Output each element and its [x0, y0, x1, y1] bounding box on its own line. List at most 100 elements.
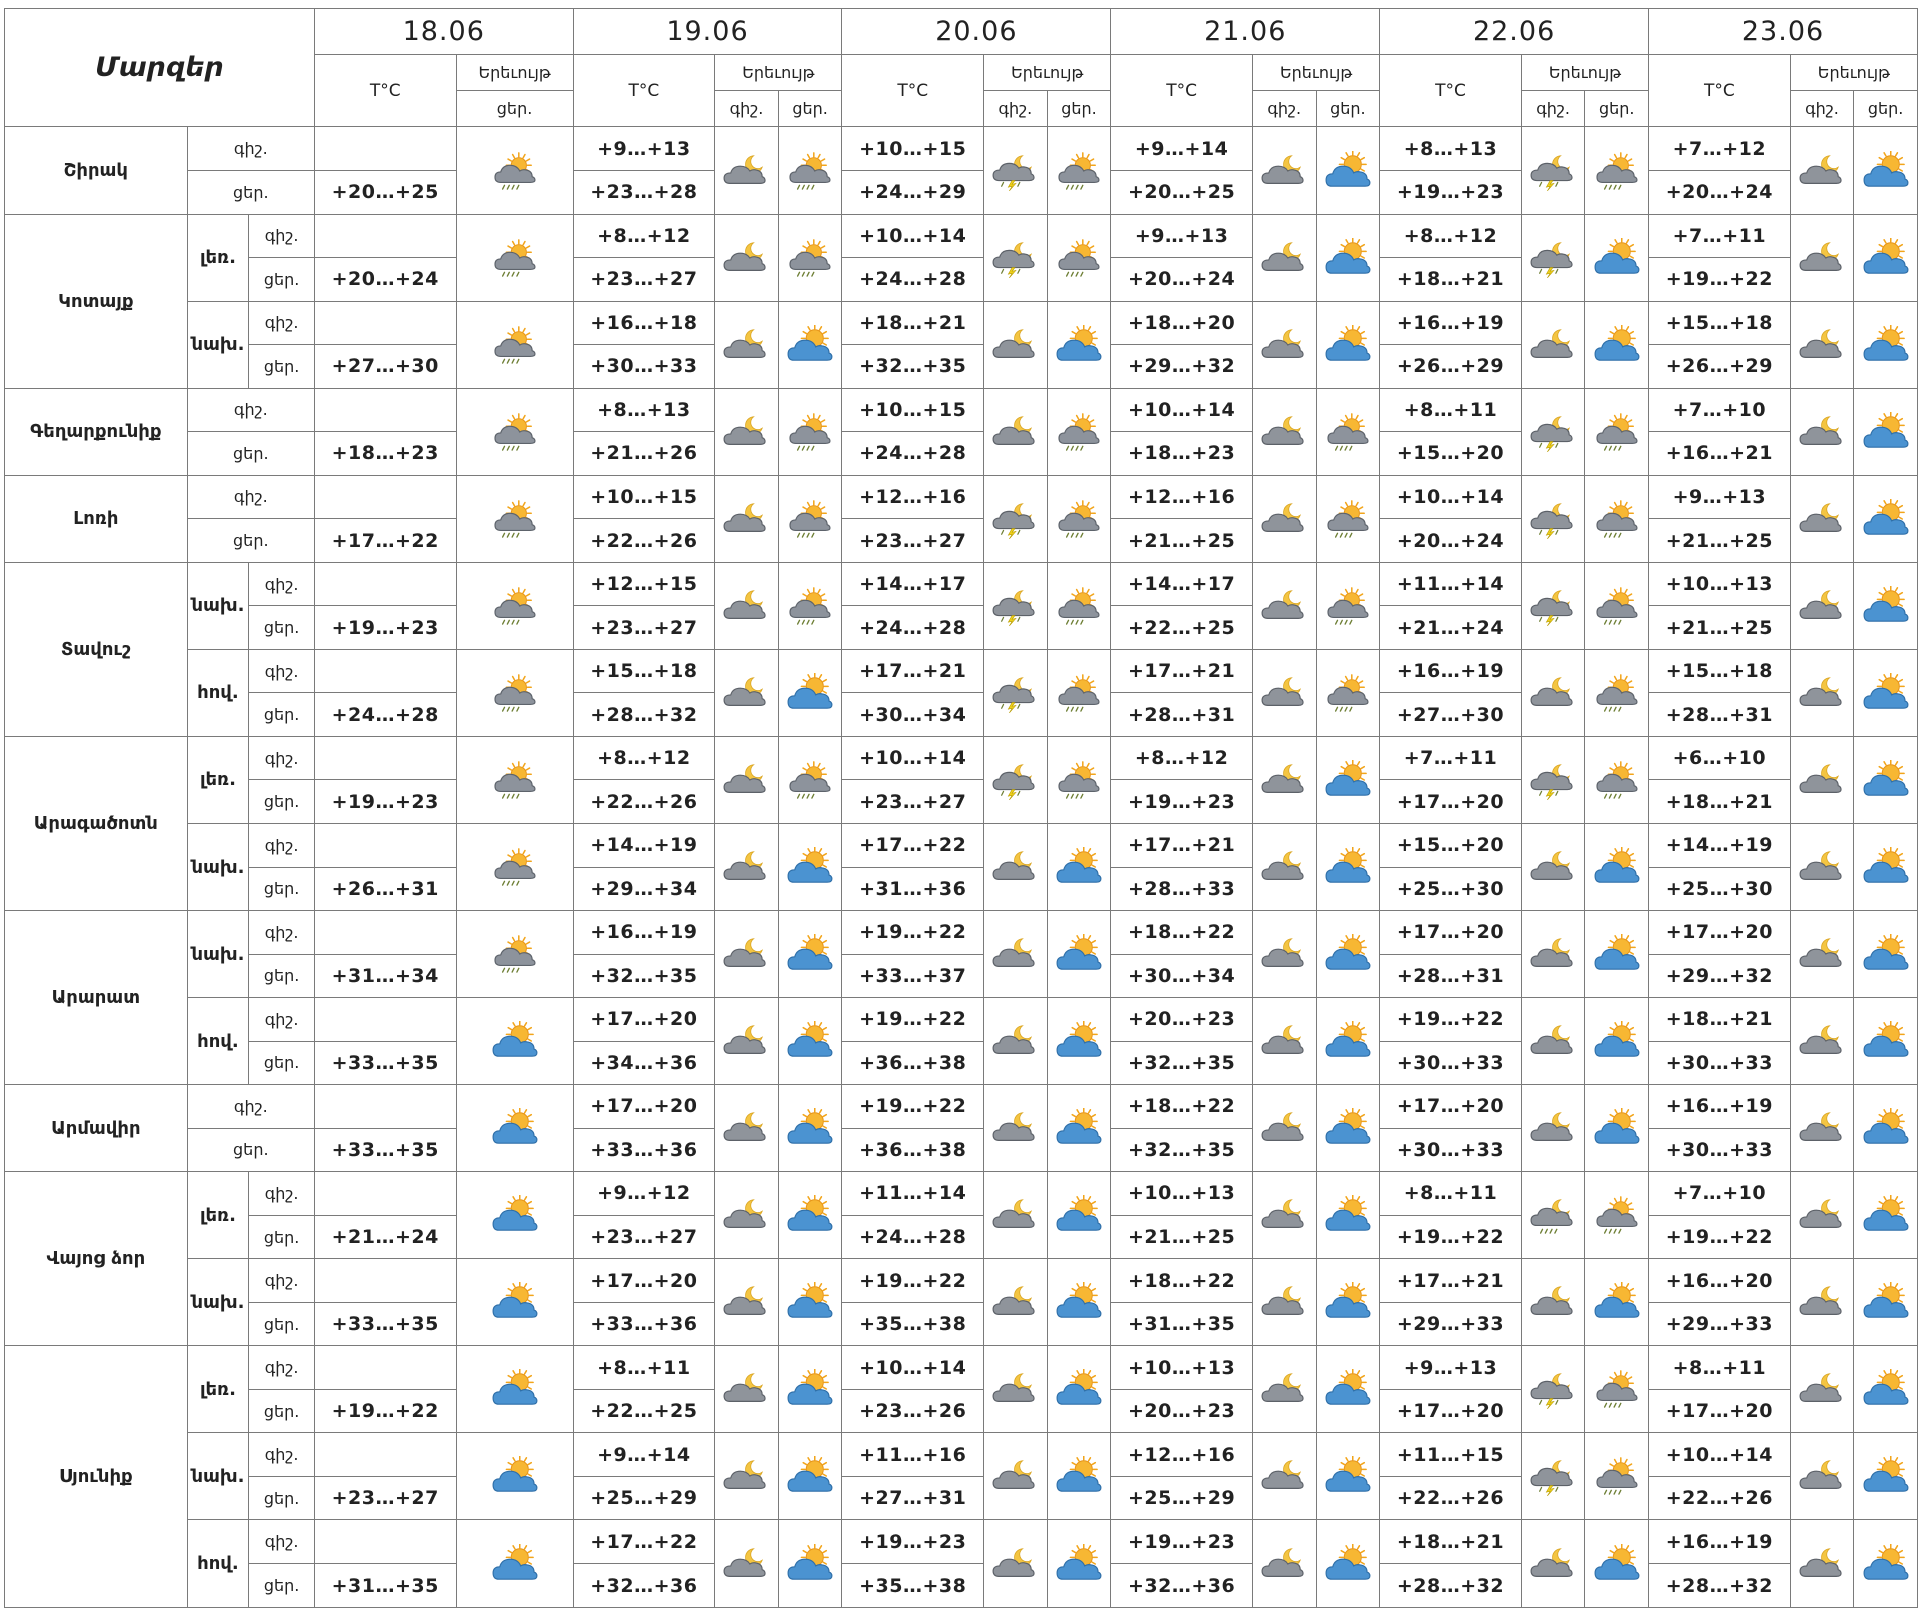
weather-cell: [1315, 822, 1381, 912]
night-label: գիշ.: [248, 997, 315, 1042]
night-temp: +19…+23: [1110, 1519, 1253, 1564]
night-label: գիշ.: [248, 300, 315, 346]
weather-cell: [1789, 822, 1855, 912]
weather-cell: [1251, 474, 1317, 563]
day-temp: +33…+35: [313, 1040, 457, 1086]
night-temp: [313, 735, 457, 781]
moon-cloud-icon: [1791, 760, 1853, 800]
table-row: Լոռի գիշ. +10…+15 +12…+16 +12…+16 +10…+14…: [4, 474, 1918, 563]
weather-cell: [983, 387, 1048, 476]
region-name: Տավուշ: [4, 561, 188, 737]
moon-cloud-storm-icon: [985, 586, 1047, 626]
night-temp: +16…+19: [1379, 300, 1522, 346]
day-header: ցեր.: [1315, 90, 1381, 128]
sun-cloud-icon: [457, 1456, 572, 1496]
night-temp: +9…+14: [1110, 126, 1253, 171]
sun-cloud-icon: [457, 1543, 572, 1584]
night-temp: [313, 1258, 457, 1303]
moon-cloud-icon: [1791, 1195, 1853, 1235]
night-temp: +14…+19: [572, 822, 716, 868]
weather-cell: [455, 822, 574, 912]
sun-cloud-icon: [1048, 1021, 1110, 1061]
moon-cloud-storm-icon: [985, 238, 1047, 278]
weather-cell: [1046, 735, 1112, 824]
weather-cell: [714, 1084, 779, 1173]
moon-cloud-icon: [1522, 325, 1584, 365]
weather-cell: [1046, 997, 1112, 1086]
weather-cell: [1315, 387, 1381, 476]
sun-cloud-icon: [1855, 1108, 1917, 1148]
weather-cell: [1251, 910, 1317, 999]
day-label: ցեր.: [248, 605, 315, 650]
night-temp: +10…+14: [1379, 474, 1522, 520]
sun-cloud-icon: [1317, 1543, 1379, 1584]
night-temp: +16…+18: [572, 300, 716, 346]
night-temp: [313, 1519, 457, 1564]
header-row-dates: Մարզեր 18.06 19.06 20.06 21.06 22.06 23.06: [4, 7, 1918, 128]
weather-cell: [1520, 1432, 1586, 1521]
moon-cloud-icon: [1791, 1369, 1853, 1409]
weather-cell: [1520, 561, 1586, 650]
weather-cell: [777, 213, 843, 302]
weather-cell: [455, 561, 574, 650]
day-temp: +23…+28: [572, 170, 716, 215]
weather-cell: [1853, 1084, 1918, 1173]
moon-cloud-icon: [1791, 238, 1853, 278]
sun-cloud-rain-icon: [1048, 586, 1110, 626]
day-label: ցեր.: [248, 344, 315, 389]
weather-cell: [1584, 997, 1650, 1086]
weather-cell: [1520, 648, 1586, 737]
weather-cell: [1251, 997, 1317, 1086]
day-label: ցեր.: [186, 431, 315, 476]
weather-cell: [1315, 213, 1381, 302]
night-temp: +10…+13: [1648, 561, 1791, 607]
moon-cloud-icon: [1791, 673, 1853, 713]
sun-cloud-icon: [1855, 324, 1917, 365]
night-temp: +10…+14: [841, 735, 985, 781]
sun-cloud-rain-icon: [779, 760, 841, 800]
night-temp: +9…+13: [1110, 213, 1253, 259]
date-header: 22.06: [1379, 8, 1650, 55]
day-temp: +20…+25: [313, 170, 457, 215]
weather-cell: [1853, 735, 1918, 824]
weather-cell: [983, 822, 1048, 912]
region-name: Լոռի: [4, 474, 188, 563]
temperature-header: T°C: [1379, 53, 1522, 128]
table-row: Վայոց ձոր լեռ. գիշ. +9…+12 +11…+14 +10…+13 +8……: [4, 1171, 1918, 1347]
day-temp: +24…+28: [841, 605, 985, 650]
weather-cell: [714, 474, 779, 563]
day-temp: +27…+30: [313, 344, 457, 389]
day-temp: +19…+22: [313, 1388, 457, 1434]
weather-cell: [1315, 1432, 1381, 1521]
day-label: ցեր.: [248, 1040, 315, 1086]
weather-cell: [1046, 910, 1112, 999]
day-temp: +18…+23: [313, 431, 457, 476]
moon-cloud-storm-icon: [1522, 760, 1584, 800]
weather-cell: [1853, 561, 1918, 650]
sun-cloud-rain-icon: [1586, 151, 1648, 191]
sun-cloud-icon: [1586, 324, 1648, 365]
weather-cell: [714, 910, 779, 999]
day-label: ցեր.: [248, 692, 315, 737]
night-label: գիշ.: [248, 1258, 315, 1303]
region-name: Արարատ: [4, 910, 188, 1086]
night-temp: +7…+10: [1648, 1171, 1791, 1216]
sun-cloud-icon: [779, 1282, 841, 1322]
night-temp: [313, 1432, 457, 1477]
weather-cell: [1584, 1171, 1650, 1260]
night-temp: +11…+14: [1379, 561, 1522, 607]
day-label: ցեր.: [248, 1563, 315, 1608]
region-name: Վայոց ձոր: [4, 1171, 188, 1347]
night-temp: +15…+18: [572, 648, 716, 694]
phenomenon-header: Երեւույթ: [455, 53, 574, 92]
sun-cloud-icon: [1048, 1543, 1110, 1584]
day-temp: +28…+33: [1110, 866, 1253, 912]
weather-cell: [983, 997, 1048, 1086]
table-row: Տավուշ նախ. գիշ. +12…+15 +14…+17 +14…+17 +…: [4, 561, 1918, 737]
weather-cell: [1520, 387, 1586, 476]
table-row: հով. գիշ. +15…+18 +17…+21 +17…+21 +16…+19 …: [5, 648, 1918, 737]
weather-cell: [455, 1432, 574, 1521]
night-temp: +17…+21: [841, 648, 985, 694]
moon-cloud-icon: [1253, 1021, 1315, 1061]
day-temp: +27…+31: [841, 1475, 985, 1521]
